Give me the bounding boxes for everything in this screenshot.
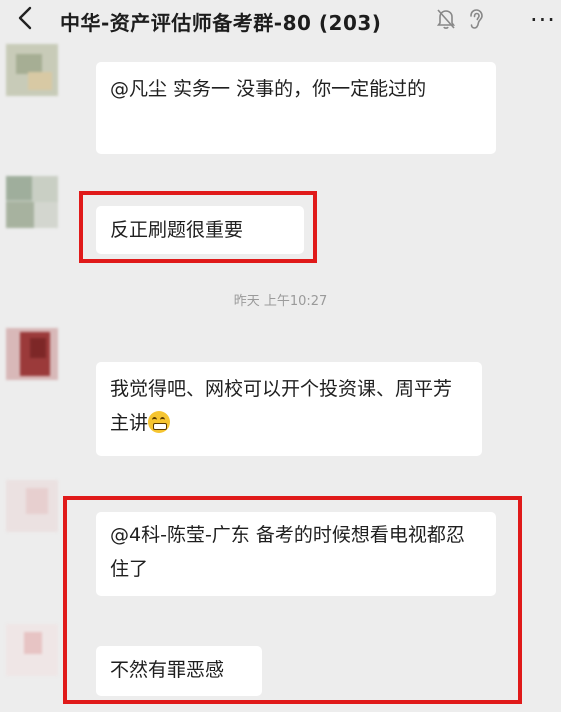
chevron-left-icon[interactable]: [18, 6, 42, 32]
highlight-box: [79, 191, 317, 263]
avatar[interactable]: [6, 328, 58, 380]
avatar[interactable]: [6, 624, 58, 676]
message-text: @凡尘 实务一 没事的，你一定能过的: [110, 78, 427, 100]
timestamp: 昨天 上午10:27: [233, 294, 328, 309]
avatar[interactable]: [6, 176, 58, 228]
avatar[interactable]: [6, 44, 58, 96]
more-options-button[interactable]: ···: [530, 6, 556, 34]
highlight-box: [63, 496, 522, 704]
grinning-face-icon: [148, 411, 171, 433]
chat-title: 中华-资产评估师备考群-80 (203): [60, 11, 382, 35]
bell-off-icon: [436, 8, 456, 30]
message-bubble[interactable]: 我觉得吧、网校可以开个投资课、周平芳主讲: [96, 362, 482, 456]
message-bubble[interactable]: @凡尘 实务一 没事的，你一定能过的: [96, 62, 496, 154]
chat-header: 中华-资产评估师备考群-80 (203) ···: [0, 0, 561, 38]
avatar[interactable]: [6, 480, 58, 532]
ear-icon: [466, 8, 486, 30]
